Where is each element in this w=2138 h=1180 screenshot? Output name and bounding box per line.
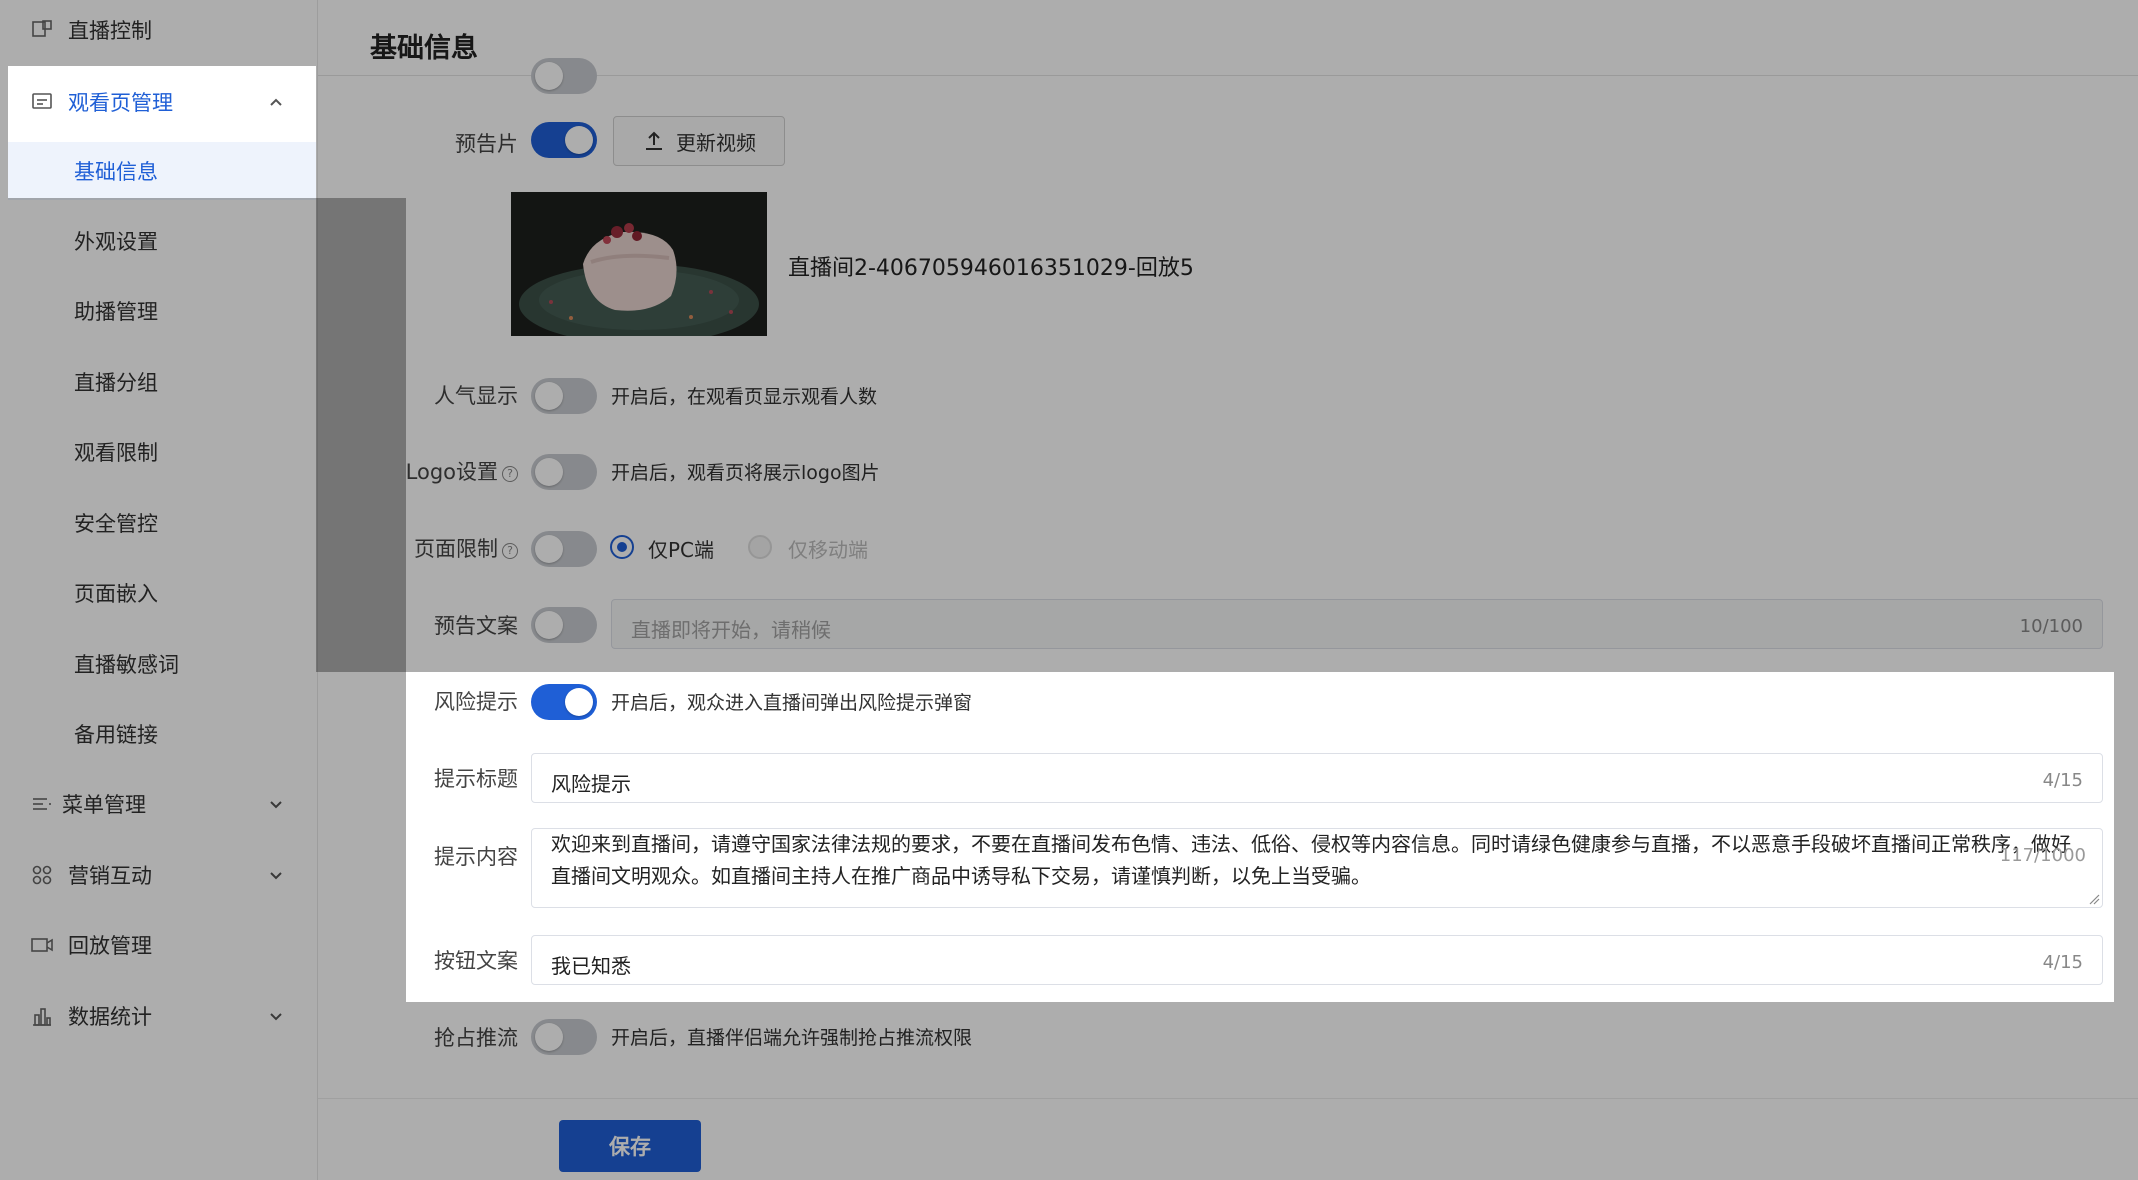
chevron-down-icon[interactable]	[264, 792, 288, 816]
trailer-toggle[interactable]	[531, 122, 597, 158]
menu-list-icon	[33, 798, 51, 810]
popularity-hint: 开启后，在观看页显示观看人数	[611, 386, 878, 408]
preview-text-input[interactable]: 直播即将开始，请稍候 10/100	[611, 599, 2103, 649]
logo-toggle[interactable]	[531, 454, 597, 490]
logo-label: Logo设置?	[318, 456, 518, 486]
hidden-toggle[interactable]	[531, 58, 597, 94]
logo-hint: 开启后，观看页将展示logo图片	[611, 462, 880, 484]
risk-label: 风险提示	[434, 690, 518, 714]
form-area: 预告片 更新视频 直播间2-406705946016351029-回放5 人气显…	[318, 58, 2138, 1098]
sidebar-item-embed[interactable]: 页面嵌入	[8, 564, 316, 622]
nav-menu-management[interactable]: 菜单管理	[0, 769, 318, 839]
resize-handle-icon[interactable]	[2088, 893, 2100, 905]
nav-watch-page-management[interactable]: 观看页管理	[0, 67, 318, 137]
video-name: 直播间2-406705946016351029-回放5	[788, 256, 1194, 281]
page-limit-label: 页面限制?	[318, 533, 518, 563]
preempt-toggle[interactable]	[531, 1019, 597, 1055]
nav-marketing[interactable]: 营销互动	[0, 840, 318, 910]
update-video-button[interactable]: 更新视频	[613, 116, 785, 166]
nav-live-control[interactable]: 直播控制	[0, 0, 318, 65]
upload-icon	[646, 131, 662, 150]
button-text-input[interactable]: 我已知悉 4/15	[531, 935, 2103, 985]
pc-only-radio[interactable]	[610, 535, 634, 559]
sidebar-item-security[interactable]: 安全管控	[8, 494, 316, 552]
dessert-image	[511, 192, 767, 336]
nav-playback[interactable]: 回放管理	[0, 910, 318, 980]
page-limit-toggle[interactable]	[531, 531, 597, 567]
sidebar-item-assistant[interactable]: 助播管理	[8, 282, 316, 340]
sidebar-item-appearance[interactable]: 外观设置	[8, 212, 316, 270]
sidebar-item-sensitive-words[interactable]: 直播敏感词	[8, 635, 316, 693]
sidebar-item-basic-info[interactable]: 基础信息	[8, 142, 316, 200]
video-camera-icon	[31, 938, 53, 952]
sidebar-item-watch-limit[interactable]: 观看限制	[8, 423, 316, 481]
preview-text-toggle[interactable]	[531, 607, 597, 643]
nav-statistics[interactable]: 数据统计	[0, 981, 318, 1051]
chevron-down-icon[interactable]	[264, 863, 288, 887]
popularity-toggle[interactable]	[531, 378, 597, 414]
pc-only-label: 仅PC端	[648, 538, 715, 562]
button-text-label: 按钮文案	[434, 949, 518, 973]
risk-title-input[interactable]: 风险提示 4/15	[531, 753, 2103, 803]
bar-chart-icon	[33, 1008, 51, 1026]
monitor-icon	[32, 20, 52, 37]
chevron-up-icon[interactable]	[264, 90, 288, 114]
preempt-hint: 开启后，直播伴侣端允许强制抢占推流权限	[611, 1027, 973, 1049]
grid-icon	[32, 865, 52, 885]
preview-text-label: 预告文案	[434, 614, 518, 638]
risk-hint: 开启后，观众进入直播间弹出风险提示弹窗	[611, 692, 973, 714]
footer-bar: 保存	[318, 1098, 2138, 1180]
trailer-thumbnail[interactable]	[511, 192, 767, 336]
help-icon[interactable]: ?	[502, 466, 518, 482]
chevron-down-icon[interactable]	[264, 1004, 288, 1028]
mobile-only-label: 仅移动端	[788, 538, 868, 562]
sidebar-item-live-group[interactable]: 直播分组	[8, 353, 316, 411]
save-button[interactable]: 保存	[559, 1120, 701, 1172]
trailer-label: 预告片	[455, 132, 518, 156]
sidebar-item-backup-link[interactable]: 备用链接	[8, 705, 316, 763]
page-icon	[32, 93, 52, 109]
risk-content-textarea[interactable]: 欢迎来到直播间，请遵守国家法律法规的要求，不要在直播间发布色情、违法、低俗、侵权…	[531, 828, 2103, 908]
help-icon[interactable]: ?	[502, 543, 518, 559]
risk-content-label: 提示内容	[434, 845, 518, 869]
sidebar: 直播控制 观看页管理 基础信息 外观设置 助播管理 直播分组 观看限制 安全管控…	[0, 0, 318, 1180]
preempt-label: 抢占推流	[434, 1026, 518, 1050]
risk-title-label: 提示标题	[434, 767, 518, 791]
risk-toggle[interactable]	[531, 684, 597, 720]
mobile-only-radio[interactable]	[748, 535, 772, 559]
page-title: 基础信息	[370, 33, 478, 64]
popularity-label: 人气显示	[434, 384, 518, 408]
